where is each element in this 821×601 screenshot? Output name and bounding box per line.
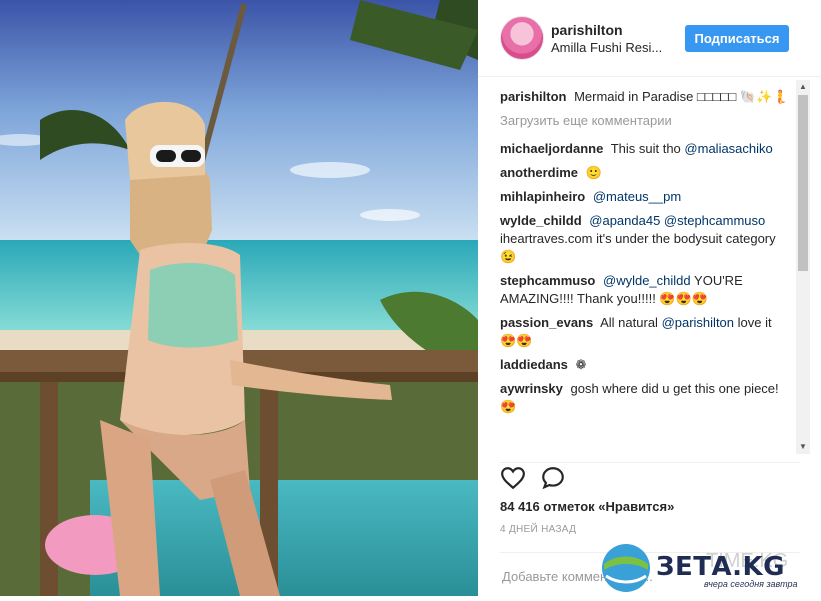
post-username[interactable]: parishilton: [551, 22, 623, 38]
comments-scrollbar[interactable]: ▲ ▼: [796, 80, 810, 454]
caption: parishilton Mermaid in Paradise □□□□□ 🐚✨…: [500, 88, 790, 106]
comment-mention[interactable]: @apanda45 @stephcammuso: [589, 213, 765, 228]
comments-list: parishilton Mermaid in Paradise □□□□□ 🐚✨…: [500, 88, 790, 453]
avatar[interactable]: [500, 16, 544, 60]
comment-mention[interactable]: @wylde_childd: [603, 273, 691, 288]
list-item: michaeljordanne This suit tho @maliasach…: [500, 140, 790, 158]
comment-username[interactable]: passion_evans: [500, 315, 593, 330]
list-item: anotherdime 🙂: [500, 164, 790, 182]
list-item: stephcammuso @wylde_childd YOU'RE AMAZIN…: [500, 272, 790, 308]
comment-icon[interactable]: [540, 465, 566, 491]
watermark-brand: ЗЕТА.KG: [656, 552, 785, 582]
comment-text: iheartraves.com it's under the bodysuit …: [500, 231, 776, 264]
comment-username[interactable]: stephcammuso: [500, 273, 595, 288]
comment-text: All natural: [600, 315, 658, 330]
comment-mention[interactable]: @parishilton: [662, 315, 734, 330]
comment-username[interactable]: wylde_childd: [500, 213, 582, 228]
scroll-down-arrow[interactable]: ▼: [796, 440, 810, 454]
photo-scene: [0, 0, 478, 596]
scroll-up-arrow[interactable]: ▲: [796, 80, 810, 94]
list-item: mihlapinheiro @mateus__pm: [500, 188, 790, 206]
caption-username[interactable]: parishilton: [500, 89, 566, 104]
follow-button[interactable]: Подписаться: [685, 25, 789, 52]
caption-text: Mermaid in Paradise □□□□□ 🐚✨🧜: [574, 89, 789, 104]
globe-logo: [602, 544, 650, 592]
post-actions: [500, 462, 800, 499]
heart-icon[interactable]: [500, 465, 526, 491]
post-time: 4 ДНЕЙ НАЗАД: [500, 524, 577, 535]
post-location[interactable]: Amilla Fushi Resi...: [551, 40, 671, 55]
comment-text: ❁: [575, 357, 587, 372]
comment-text: 🙂: [585, 165, 602, 180]
post-photo[interactable]: [0, 0, 478, 596]
post-header: parishilton Amilla Fushi Resi... Подписа…: [478, 0, 821, 77]
list-item: passion_evans All natural @parishilton l…: [500, 314, 790, 350]
post-side-panel: parishilton Amilla Fushi Resi... Подписа…: [478, 0, 821, 596]
watermark: TIME.KG ЗЕТА.KG вчера сегодня завтра: [596, 540, 821, 596]
comment-mention[interactable]: @mateus__pm: [593, 189, 681, 204]
likes-count[interactable]: 84 416 отметок «Нравится»: [500, 499, 674, 514]
comment-username[interactable]: aywrinsky: [500, 381, 563, 396]
scroll-thumb[interactable]: [798, 95, 808, 271]
list-item: laddiedans ❁: [500, 356, 790, 374]
comment-username[interactable]: laddiedans: [500, 357, 568, 372]
comment-username[interactable]: anotherdime: [500, 165, 578, 180]
list-item: wylde_childd @apanda45 @stephcammuso ihe…: [500, 212, 790, 266]
comment-mention[interactable]: @maliasachiko: [684, 141, 772, 156]
watermark-tagline: вчера сегодня завтра: [704, 579, 798, 589]
list-item: aywrinsky gosh where did u get this one …: [500, 380, 790, 416]
comment-username[interactable]: mihlapinheiro: [500, 189, 585, 204]
load-more-comments-link[interactable]: Загрузить еще комментарии: [500, 112, 790, 130]
comment-text: This suit tho: [610, 141, 681, 156]
comment-username[interactable]: michaeljordanne: [500, 141, 603, 156]
